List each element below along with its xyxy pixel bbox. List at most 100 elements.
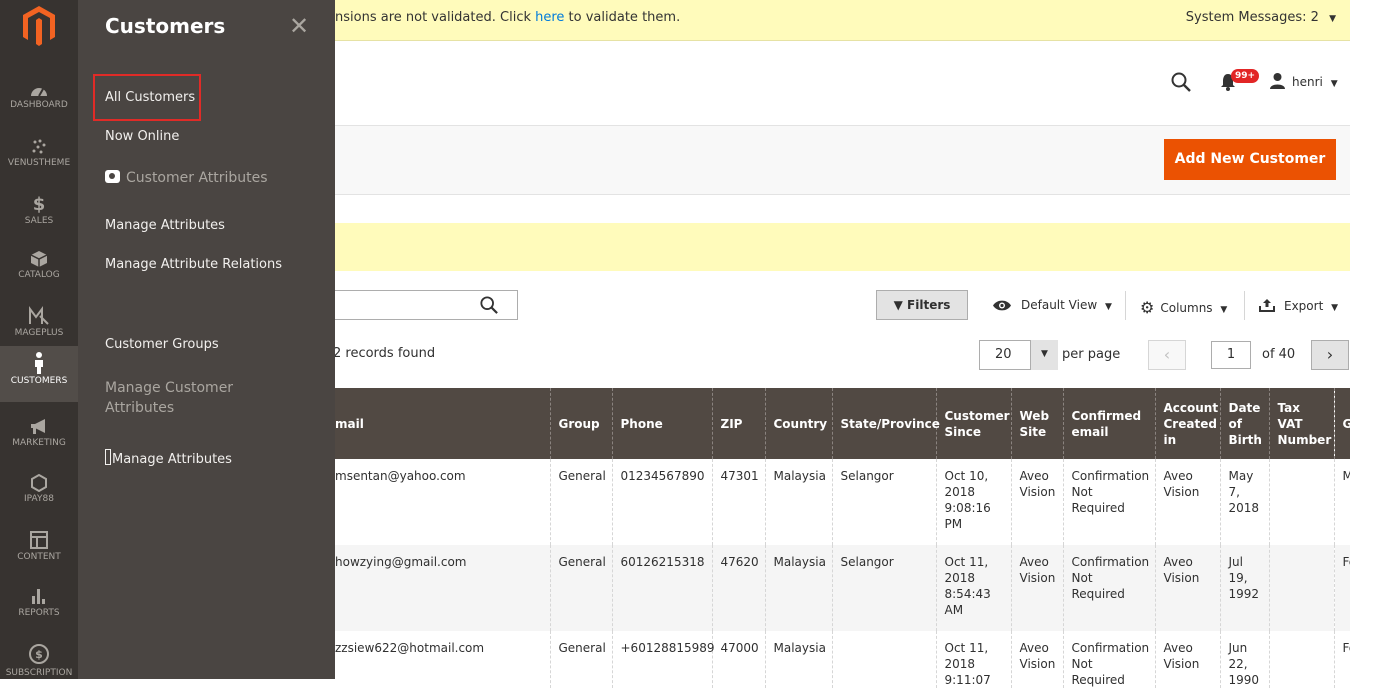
column-header-customer-since[interactable]: Customer Since [935, 388, 1011, 459]
validate-link[interactable]: here [535, 10, 564, 25]
customers-grid: mail Group Phone ZIP Country State/Provi… [335, 388, 1350, 688]
nav-item-catalog[interactable]: CATALOG [0, 244, 78, 300]
menu-link-label: Manage Attributes [112, 452, 232, 467]
cell-customer-since: Oct 11, 2018 9:11:07 [935, 631, 1011, 688]
previous-page-button[interactable]: ‹ [1148, 340, 1186, 370]
venustheme-icon [32, 139, 46, 154]
caret-down-icon: ▼ [1331, 303, 1339, 313]
nav-item-marketing[interactable]: MARKETING [0, 412, 78, 468]
cell-account-created-in: Aveo Vision [1154, 545, 1220, 631]
nav-item-reports[interactable]: REPORTS [0, 580, 78, 636]
column-header-email[interactable]: mail [335, 388, 550, 459]
customers-flyout-menu: Customers ✕ All Customers Now Online Cus… [78, 0, 335, 679]
nav-item-content[interactable]: CONTENT [0, 524, 78, 580]
message-text: to validate them. [564, 10, 681, 25]
cell-date-of-birth: Jun 22, 1990 [1219, 631, 1269, 688]
flyout-title: Customers [105, 14, 226, 38]
column-header-date-of-birth[interactable]: Date of Birth [1219, 388, 1269, 459]
page-actions-bar: Add New Customer [335, 126, 1350, 195]
cell-web-site: Aveo Vision [1010, 631, 1063, 688]
hexagon-icon [31, 474, 47, 492]
nav-item-sales[interactable]: $ SALES [0, 188, 78, 244]
cell-phone: 60126215318 [611, 545, 712, 631]
column-header-web-site[interactable]: Web Site [1010, 388, 1063, 459]
bracket-icon [105, 449, 111, 465]
keyword-search-input[interactable] [335, 290, 518, 320]
export-icon [1259, 299, 1275, 312]
table-row[interactable]: msentan@yahoo.com General 01234567890 47… [335, 459, 1350, 545]
menu-link-all-customers[interactable]: All Customers [105, 90, 195, 105]
cell-account-created-in: Aveo Vision [1154, 459, 1220, 545]
mageplus-icon [29, 306, 49, 325]
search-icon[interactable] [480, 296, 498, 314]
chevron-left-icon: ‹ [1163, 345, 1171, 364]
cell-web-site: Aveo Vision [1010, 545, 1063, 631]
user-menu[interactable]: henri ▼ [1269, 72, 1338, 89]
system-message-bar: nsions are not validated. Click here to … [335, 0, 1350, 41]
table-row[interactable]: howzying@gmail.com General 60126215318 4… [335, 545, 1350, 631]
nav-item-dashboard[interactable]: DASHBOARD [0, 76, 78, 132]
add-new-customer-button[interactable]: Add New Customer [1164, 139, 1336, 180]
table-row[interactable]: zzsiew622@hotmail.com General +601288159… [335, 631, 1350, 688]
menu-link-manage-attribute-relations[interactable]: Manage Attribute Relations [105, 257, 282, 272]
column-header-country[interactable]: Country [764, 388, 832, 459]
export-dropdown[interactable]: Export ▼ [1259, 298, 1338, 313]
per-page-select[interactable]: 20 ▼ [979, 340, 1058, 370]
nav-item-ipay88[interactable]: IPAY88 [0, 468, 78, 524]
menu-link-manage-attributes[interactable]: Manage Attributes [105, 218, 225, 233]
close-icon[interactable]: ✕ [289, 14, 309, 38]
default-view-label: Default View [1021, 298, 1098, 312]
cell-date-of-birth: May 7, 2018 [1219, 459, 1269, 545]
columns-dropdown[interactable]: ⚙ Columns ▼ [1140, 298, 1227, 317]
page-number-input[interactable]: 1 [1211, 341, 1251, 369]
nav-item-venustheme[interactable]: VENUSTHEME [0, 132, 78, 188]
nav-item-customers[interactable]: CUSTOMERS [0, 346, 78, 402]
column-header-tax-vat[interactable]: Tax VAT Number [1268, 388, 1334, 459]
system-messages-toggle[interactable]: System Messages: 2 ▼ [1186, 10, 1336, 25]
caret-down-icon: ▼ [1329, 14, 1336, 24]
column-header-phone[interactable]: Phone [611, 388, 712, 459]
column-header-gender[interactable]: G [1333, 388, 1350, 459]
nav-label: DASHBOARD [10, 100, 68, 110]
default-view-dropdown[interactable]: Default View ▼ [992, 298, 1112, 312]
column-header-state[interactable]: State/Province [831, 388, 940, 459]
menu-link-customer-groups[interactable]: Customer Groups [105, 337, 219, 352]
nav-label: MAGEPLUS [14, 328, 64, 338]
magento-logo[interactable] [20, 4, 58, 48]
nav-label: IPAY88 [24, 494, 54, 504]
subscription-icon: $ [29, 644, 49, 664]
per-page-label: per page [1062, 347, 1121, 362]
cell-tax-vat [1268, 631, 1334, 688]
cell-web-site: Aveo Vision [1010, 459, 1063, 545]
column-header-account-created-in[interactable]: Account Created in [1154, 388, 1220, 459]
cell-state: Selangor [831, 459, 936, 545]
next-page-button[interactable]: › [1311, 340, 1349, 370]
nav-label: SALES [24, 216, 54, 226]
caret-down-icon: ▼ [1330, 79, 1338, 89]
eye-icon [993, 300, 1011, 311]
column-header-zip[interactable]: ZIP [711, 388, 765, 459]
nav-label: VENUSTHEME [7, 158, 71, 168]
search-icon[interactable] [1171, 72, 1191, 92]
column-header-confirmed-email[interactable]: Confirmed email [1062, 388, 1155, 459]
menu-link-manage-attributes-2[interactable]: Manage Attributes [105, 449, 232, 467]
person-icon [35, 352, 43, 374]
caret-down-icon[interactable]: ▼ [1030, 340, 1058, 370]
funnel-icon: ▼ [893, 298, 903, 312]
cell-tax-vat [1268, 545, 1334, 631]
filters-button[interactable]: ▼ Filters [876, 290, 968, 320]
nav-label: MARKETING [12, 438, 66, 448]
section-customer-attributes: Customer Attributes [105, 170, 268, 186]
cube-icon [30, 251, 48, 267]
notice-banner [335, 223, 1350, 271]
cell-date-of-birth: Jul 19, 1992 [1219, 545, 1269, 631]
svg-text:$: $ [35, 648, 43, 661]
amasty-icon [105, 170, 120, 183]
nav-item-subscription[interactable]: $ SUBSCRIPTION [0, 636, 78, 692]
caret-down-icon: ▼ [1104, 302, 1112, 312]
menu-link-now-online[interactable]: Now Online [105, 129, 179, 144]
column-header-group[interactable]: Group [549, 388, 612, 459]
notifications[interactable]: 99+ [1220, 69, 1260, 94]
section-manage-customer-attributes: Manage Customer Attributes [105, 380, 234, 416]
notifications-badge: 99+ [1231, 69, 1260, 83]
